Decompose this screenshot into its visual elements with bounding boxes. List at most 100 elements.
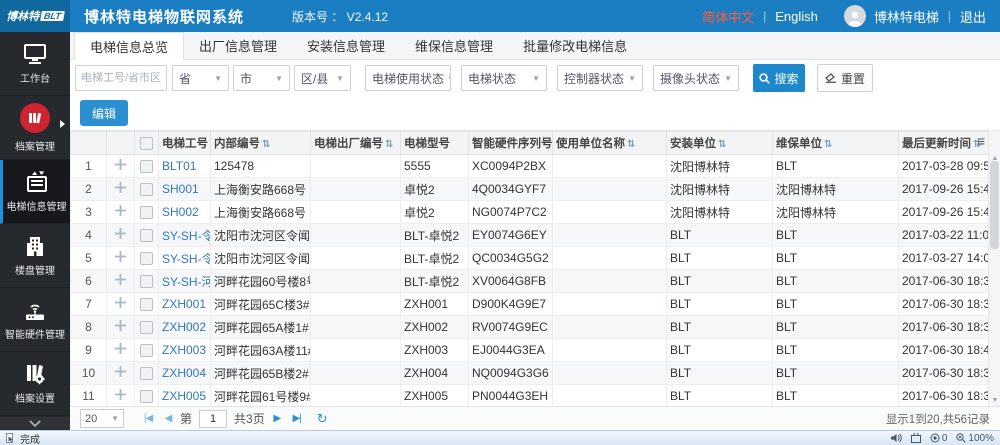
logout-link[interactable]: 退出 <box>960 7 986 26</box>
row-checkbox[interactable] <box>140 298 153 311</box>
header-elevator-id[interactable]: 电梯工号⇅ <box>159 132 211 155</box>
table-row[interactable]: 3 SH002 上海衡安路668号 卓悦2 NG0074P7C2 沈阳博林特 沈… <box>71 201 989 224</box>
row-checkbox-cell[interactable] <box>135 385 159 407</box>
row-checkbox-cell[interactable] <box>135 155 159 178</box>
locate-cell[interactable] <box>107 224 135 247</box>
row-checkbox[interactable] <box>140 229 153 242</box>
row-checkbox-cell[interactable] <box>135 201 159 224</box>
vertical-scrollbar[interactable]: ▲ ▼ <box>988 131 1000 406</box>
row-checkbox[interactable] <box>140 344 153 357</box>
table-row[interactable]: 6 SY-SH-河畔花园 河畔花园60号楼8号电梯 BLT-卓悦2 XV0064… <box>71 270 989 293</box>
sidebar-item-archive-settings[interactable]: 档案设置 <box>0 352 70 416</box>
header-usage[interactable]: 使用单位名称⇅ <box>553 132 667 155</box>
camera-status-select[interactable]: 摄像头状态▼ <box>653 65 739 91</box>
page-number-input[interactable] <box>199 410 227 428</box>
volume-icon[interactable] <box>891 433 902 443</box>
elevator-id-link[interactable]: SY-SH-河畔花园 <box>162 275 211 289</box>
locate-cell[interactable] <box>107 270 135 293</box>
row-checkbox[interactable] <box>140 183 153 196</box>
header-updated[interactable]: 最后更新时间⇅ <box>899 132 989 155</box>
tab-elevator-overview[interactable]: 电梯信息总览 <box>74 32 184 60</box>
elevator-id-link[interactable]: SH001 <box>162 182 199 196</box>
cell-elevator-id[interactable]: ZXH003 <box>159 339 211 362</box>
elevator-id-link[interactable]: ZXH002 <box>162 320 206 334</box>
first-page-button[interactable]: |◀ <box>140 413 156 424</box>
select-all-checkbox[interactable] <box>140 137 153 150</box>
city-select[interactable]: 市▼ <box>233 65 290 91</box>
row-checkbox[interactable] <box>140 275 153 288</box>
table-row[interactable]: 4 SY-SH-令闻街1 沈阳市沈河区令闻街12 BLT-卓悦2 EY0074G… <box>71 224 989 247</box>
row-checkbox[interactable] <box>140 390 153 403</box>
sidebar-item-workbench[interactable]: 工作台 <box>0 32 70 96</box>
sort-icon[interactable]: ⇅ <box>262 139 270 150</box>
cell-elevator-id[interactable]: ZXH005 <box>159 385 211 407</box>
tab-factory-info[interactable]: 出厂信息管理 <box>184 32 292 59</box>
row-checkbox[interactable] <box>140 367 153 380</box>
header-serial[interactable]: 智能硬件序列号⇅ <box>469 132 553 155</box>
locate-cell[interactable] <box>107 316 135 339</box>
sidebar-item-archives[interactable]: 档案管理 <box>0 96 70 160</box>
locate-cell[interactable] <box>107 385 135 407</box>
sidebar-item-hardware[interactable]: 智能硬件管理 <box>0 288 70 352</box>
province-select[interactable]: 省▼ <box>172 65 229 91</box>
locate-cell[interactable] <box>107 247 135 270</box>
elevator-id-link[interactable]: SY-SH-令闻街2 <box>162 252 211 266</box>
sidebar-item-elevator-info[interactable]: 电梯信息管理 <box>0 160 70 224</box>
row-checkbox-cell[interactable] <box>135 178 159 201</box>
table-row[interactable]: 5 SY-SH-令闻街2 沈阳市沈河区令闻街12 BLT-卓悦2 QC0034G… <box>71 247 989 270</box>
row-checkbox-cell[interactable] <box>135 247 159 270</box>
cell-elevator-id[interactable]: SH002 <box>159 201 211 224</box>
cell-elevator-id[interactable]: SY-SH-令闻街2 <box>159 247 211 270</box>
lang-en-link[interactable]: English <box>775 9 818 24</box>
table-row[interactable]: 2 SH001 上海衡安路668号 卓悦2 4Q0034GYF7 沈阳博林特 沈… <box>71 178 989 201</box>
lang-zh-link[interactable]: 简体中文 <box>702 7 754 26</box>
scrollbar-thumb[interactable] <box>990 161 999 249</box>
table-row[interactable]: 11 ZXH005 河畔花园61号楼9#电梯 ZXH005 PN0044G3EH… <box>71 385 989 407</box>
security-icon[interactable] <box>911 433 921 443</box>
last-page-button[interactable]: ▶| <box>289 413 305 424</box>
row-checkbox-cell[interactable] <box>135 293 159 316</box>
elevator-id-link[interactable]: ZXH004 <box>162 366 206 380</box>
elevator-id-link[interactable]: SH002 <box>162 205 199 219</box>
controller-status-select[interactable]: 控制器状态▼ <box>557 65 643 91</box>
elevator-id-link[interactable]: SY-SH-令闻街1 <box>162 229 211 243</box>
table-row[interactable]: 1 BLT01 125478 5555 XC0094P2BX 沈阳博林特 BLT… <box>71 155 989 178</box>
tab-install-info[interactable]: 安装信息管理 <box>292 32 400 59</box>
row-checkbox-cell[interactable] <box>135 339 159 362</box>
edit-button[interactable]: 编辑 <box>80 100 128 126</box>
elevator-status-select[interactable]: 电梯状态▼ <box>461 65 547 91</box>
cell-elevator-id[interactable]: SY-SH-令闻街1 <box>159 224 211 247</box>
table-row[interactable]: 10 ZXH004 河畔花园65B楼2#电梯 ZXH004 NQ0094G3G6… <box>71 362 989 385</box>
row-checkbox[interactable] <box>140 206 153 219</box>
keyword-input[interactable] <box>75 65 167 91</box>
tab-maintenance-info[interactable]: 维保信息管理 <box>400 32 508 59</box>
reset-button[interactable]: 重置 <box>817 64 873 92</box>
locate-cell[interactable] <box>107 178 135 201</box>
user-name[interactable]: 博林特电梯 <box>874 7 939 26</box>
table-row[interactable]: 7 ZXH001 河畔花园65C楼3#电梯 ZXH001 D900K4G9E7 … <box>71 293 989 316</box>
cell-elevator-id[interactable]: ZXH002 <box>159 316 211 339</box>
cell-elevator-id[interactable]: SY-SH-河畔花园 <box>159 270 211 293</box>
sort-icon[interactable]: ⇅ <box>824 139 832 150</box>
locate-cell[interactable] <box>107 293 135 316</box>
sort-icon[interactable]: ⇅ <box>385 139 393 150</box>
sort-icon[interactable]: ⇅ <box>627 139 635 150</box>
popup-counter[interactable]: 0 <box>930 433 948 444</box>
header-install[interactable]: 安装单位⇅ <box>667 132 773 155</box>
user-avatar[interactable] <box>844 5 866 27</box>
locate-cell[interactable] <box>107 339 135 362</box>
locate-cell[interactable] <box>107 362 135 385</box>
next-page-button[interactable]: ▶ <box>269 413 285 424</box>
cell-elevator-id[interactable]: ZXH004 <box>159 362 211 385</box>
scroll-down-icon[interactable]: ▼ <box>989 397 1000 404</box>
elevator-id-link[interactable]: ZXH001 <box>162 297 206 311</box>
elevator-id-link[interactable]: ZXH005 <box>162 389 206 403</box>
header-maintain[interactable]: 维保单位⇅ <box>773 132 899 155</box>
elevator-id-link[interactable]: ZXH003 <box>162 343 206 357</box>
cell-elevator-id[interactable]: ZXH001 <box>159 293 211 316</box>
row-checkbox[interactable] <box>140 252 153 265</box>
refresh-icon[interactable]: ↻ <box>317 411 328 427</box>
header-select-all[interactable] <box>135 132 159 155</box>
search-button[interactable]: 搜索 <box>753 64 805 92</box>
header-factory[interactable]: 电梯出厂编号⇅ <box>311 132 401 155</box>
